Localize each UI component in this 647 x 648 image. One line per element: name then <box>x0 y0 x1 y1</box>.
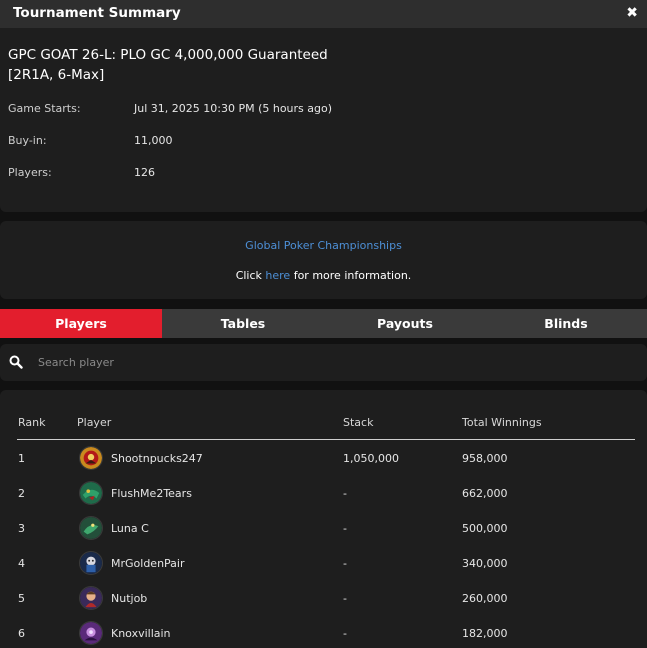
table-header: Rank Player Stack Total Winnings <box>17 416 635 440</box>
search-icon[interactable] <box>9 355 23 369</box>
winnings-cell: 662,000 <box>462 487 508 500</box>
tab-payouts[interactable]: Payouts <box>324 309 486 338</box>
header-stack: Stack <box>343 416 374 429</box>
tab-bar: Players Tables Payouts Blinds <box>0 309 647 338</box>
table-row[interactable]: 3 Luna C - 500,000 <box>17 511 635 546</box>
table-row[interactable]: 6 Knoxvillain - 182,000 <box>17 616 635 648</box>
detail-value: 11,000 <box>134 134 173 147</box>
header-rank: Rank <box>18 416 46 429</box>
stack-cell: - <box>343 557 347 570</box>
winnings-cell: 958,000 <box>462 452 508 465</box>
tab-players[interactable]: Players <box>0 309 162 338</box>
tournament-name: GPC GOAT 26-L: PLO GC 4,000,000 Guarante… <box>8 47 328 83</box>
search-input[interactable] <box>38 352 628 373</box>
organizer-panel: Global Poker Championships Click here fo… <box>0 221 647 299</box>
tournament-info-panel: GPC GOAT 26-L: PLO GC 4,000,000 Guarante… <box>0 28 647 212</box>
winnings-cell: 260,000 <box>462 592 508 605</box>
table-row[interactable]: 1 Shootnpucks247 1,050,000 958,000 <box>17 441 635 476</box>
player-name: MrGoldenPair <box>111 557 185 570</box>
table-row[interactable]: 5 Nutjob - 260,000 <box>17 581 635 616</box>
stack-cell: - <box>343 522 347 535</box>
detail-label: Buy-in: <box>8 134 47 147</box>
rank-cell: 2 <box>18 487 25 500</box>
detail-label: Game Starts: <box>8 102 81 115</box>
more-info-text: Click here for more information. <box>0 269 647 282</box>
avatar <box>79 516 103 540</box>
winnings-cell: 500,000 <box>462 522 508 535</box>
rank-cell: 6 <box>18 627 25 640</box>
title-bar: Tournament Summary ✖ <box>0 0 647 28</box>
rank-cell: 1 <box>18 452 25 465</box>
player-name: Knoxvillain <box>111 627 171 640</box>
winnings-cell: 340,000 <box>462 557 508 570</box>
avatar <box>79 446 103 470</box>
tab-blinds[interactable]: Blinds <box>485 309 647 338</box>
header-player: Player <box>77 416 112 429</box>
detail-value: Jul 31, 2025 10:30 PM (5 hours ago) <box>134 102 333 115</box>
more-info-link[interactable]: here <box>265 269 290 282</box>
header-total-winnings: Total Winnings <box>462 416 542 429</box>
more-info-suffix: for more information. <box>293 269 412 282</box>
table-row[interactable]: 4 MrGoldenPair - 340,000 <box>17 546 635 581</box>
avatar <box>79 621 103 645</box>
more-info-prefix: Click <box>235 269 262 282</box>
player-name: Luna C <box>111 522 149 535</box>
window-title: Tournament Summary <box>13 5 181 21</box>
player-name: FlushMe2Tears <box>111 487 192 500</box>
winnings-cell: 182,000 <box>462 627 508 640</box>
stack-cell: - <box>343 487 347 500</box>
stack-cell: 1,050,000 <box>343 452 399 465</box>
players-table: Rank Player Stack Total Winnings 1 Shoot… <box>0 390 647 648</box>
detail-label: Players: <box>8 166 52 179</box>
detail-value: 126 <box>134 166 155 179</box>
avatar <box>79 551 103 575</box>
rank-cell: 4 <box>18 557 25 570</box>
player-name: Nutjob <box>111 592 148 605</box>
close-icon[interactable]: ✖ <box>626 5 638 21</box>
search-bar <box>0 344 647 381</box>
rank-cell: 3 <box>18 522 25 535</box>
table-row[interactable]: 2 FlushMe2Tears - 662,000 <box>17 476 635 511</box>
stack-cell: - <box>343 592 347 605</box>
stack-cell: - <box>343 627 347 640</box>
player-name: Shootnpucks247 <box>111 452 203 465</box>
avatar <box>79 586 103 610</box>
rank-cell: 5 <box>18 592 25 605</box>
organizer-link[interactable]: Global Poker Championships <box>0 239 647 252</box>
tab-tables[interactable]: Tables <box>162 309 324 338</box>
avatar <box>79 481 103 505</box>
